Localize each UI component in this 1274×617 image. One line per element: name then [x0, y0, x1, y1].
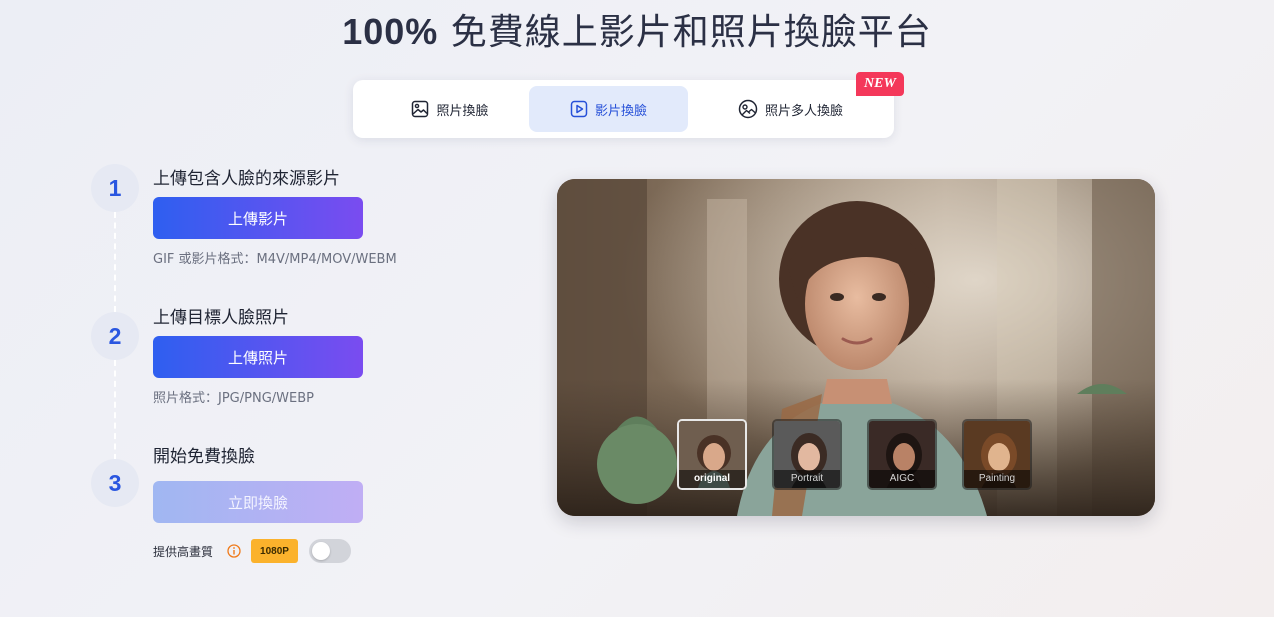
- library-scene-image: [557, 179, 1155, 516]
- image-icon: [412, 100, 429, 118]
- page-title-percent: 100%: [342, 11, 439, 52]
- mode-tabs: 照片換臉 影片換臉 照片多人換臉 NEW: [353, 72, 904, 138]
- video-format-hint: GIF 或影片格式：M4V/MP4/MOV/WEBM: [153, 252, 397, 267]
- step-number-1: 1: [91, 164, 139, 212]
- new-badge: NEW: [856, 72, 904, 96]
- tab-video-swap-label: 影片換臉: [594, 103, 647, 119]
- tab-photo-swap-label: 照片換臉: [436, 103, 489, 119]
- style-thumbnail-original[interactable]: original: [677, 419, 747, 490]
- style-thumbnail-aigc[interactable]: AIGC: [867, 419, 937, 490]
- step-number-3: 3: [91, 459, 139, 507]
- preview-image: original Portrait AIGC Painting: [557, 179, 1155, 516]
- upload-video-button[interactable]: 上傳影片: [153, 197, 363, 239]
- page: 100% 免費線上影片和照片換臉平台 照片換臉 影片換臉 照片多人換臉 NEW …: [0, 0, 1274, 617]
- step-connector: [114, 360, 116, 460]
- photo-format-hint: 照片格式：JPG/PNG/WEBP: [153, 391, 314, 406]
- page-title-text: 免費線上影片和照片換臉平台: [438, 12, 932, 53]
- thumbnail-label: Portrait: [774, 470, 840, 488]
- thumbnail-label: original: [679, 470, 745, 488]
- tab-video-swap[interactable]: 影片換臉: [529, 86, 688, 132]
- page-title: 100% 免費線上影片和照片換臉平台: [0, 10, 1274, 55]
- info-icon[interactable]: [227, 544, 241, 558]
- video-play-icon: [570, 100, 588, 118]
- style-thumbnail-portrait[interactable]: Portrait: [772, 419, 842, 490]
- hd-option-row: 提供高畫質 1080P: [153, 538, 352, 564]
- swap-now-button[interactable]: 立即換臉: [153, 481, 363, 523]
- upload-photo-button[interactable]: 上傳照片: [153, 336, 363, 378]
- thumbnail-label: Painting: [964, 470, 1030, 488]
- thumbnail-label: AIGC: [869, 470, 935, 488]
- tab-multi-face-swap[interactable]: 照片多人換臉: [703, 86, 878, 132]
- hd-1080p-badge: 1080P: [251, 539, 299, 563]
- step-3-title: 開始免費換臉: [153, 447, 255, 467]
- step-connector: [114, 212, 116, 312]
- tab-multi-face-swap-label: 照片多人換臉: [764, 103, 843, 119]
- hd-toggle[interactable]: [309, 539, 352, 563]
- style-thumbnail-painting[interactable]: Painting: [962, 419, 1032, 490]
- hd-toggle-knob: [312, 542, 331, 560]
- multi-face-icon: [738, 99, 758, 119]
- step-2-title: 上傳目標人臉照片: [153, 308, 289, 328]
- tab-photo-swap[interactable]: 照片換臉: [363, 86, 537, 132]
- hd-label: 提供高畫質: [153, 544, 214, 559]
- step-1-title: 上傳包含人臉的來源影片: [153, 169, 340, 189]
- step-number-2: 2: [91, 312, 139, 360]
